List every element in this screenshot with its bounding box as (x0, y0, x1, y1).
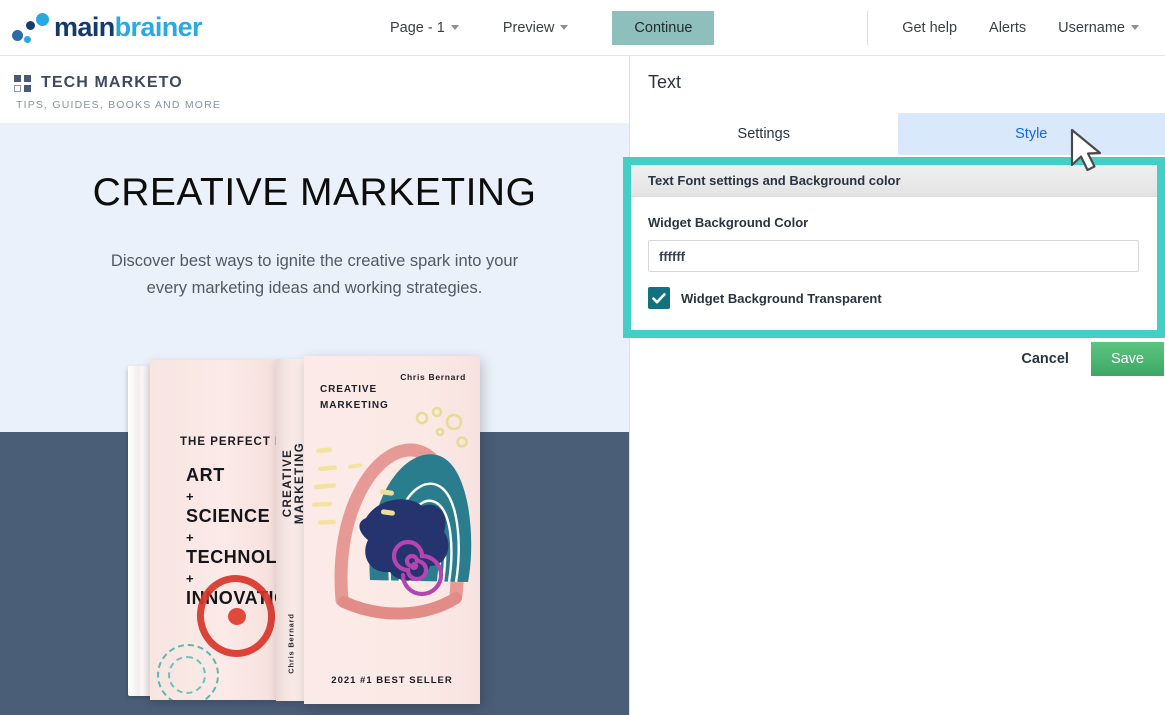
username-label: Username (1058, 20, 1125, 36)
grid-squares-icon (14, 75, 31, 92)
tab-settings[interactable]: Settings (630, 113, 898, 155)
header-divider (867, 11, 868, 45)
section-header: Text Font settings and Background color (631, 165, 1157, 197)
widget-background-color-label: Widget Background Color (648, 215, 1157, 230)
widget-background-color-input[interactable] (648, 240, 1139, 272)
top-navigation-bar: mainbrainer Page - 1 Preview Continue Ge… (0, 0, 1165, 56)
tab-style-label: Style (1015, 126, 1047, 142)
book-dashed-circle-inner-decoration (168, 656, 206, 694)
panel-title: Text (630, 56, 1165, 93)
tab-style[interactable]: Style (898, 113, 1165, 155)
book-spine: CREATIVE MARKETING Chris Bernard (276, 359, 304, 701)
widget-background-transparent-row[interactable]: Widget Background Transparent (648, 287, 1157, 309)
chevron-down-icon (560, 25, 568, 30)
logo-wordmark: mainbrainer (54, 14, 202, 41)
book-back-tagline: THE PERFECT BLEND (180, 436, 276, 448)
alerts-link[interactable]: Alerts (973, 14, 1042, 42)
page-selector-dropdown[interactable]: Page - 1 (380, 14, 469, 42)
logo-text-light: brainer (115, 12, 202, 42)
logo-dots-icon (12, 12, 54, 44)
panel-tabs: Settings Style (630, 113, 1165, 155)
page-canvas[interactable]: TECH MARKETO TIPS, GUIDES, BOOKS AND MOR… (0, 56, 629, 715)
cancel-button[interactable]: Cancel (1017, 345, 1073, 373)
get-help-link[interactable]: Get help (886, 14, 973, 42)
get-help-label: Get help (902, 20, 957, 36)
nav-right-group: Get help Alerts Username (867, 11, 1165, 45)
book-red-dot-decoration (228, 608, 246, 625)
book-spine-author: Chris Bernard (287, 599, 296, 689)
style-settings-highlight-box: Text Font settings and Background color … (623, 157, 1165, 338)
logo-text-dark: main (54, 12, 115, 42)
brand-header-widget[interactable]: TECH MARKETO TIPS, GUIDES, BOOKS AND MOR… (0, 56, 629, 123)
style-settings-form: Text Font settings and Background color … (631, 165, 1157, 330)
preview-dropdown[interactable]: Preview (493, 14, 579, 42)
nav-center-group: Page - 1 Preview Continue (380, 11, 714, 45)
book-front-cover: Chris Bernard CREATIVEMARKETING (304, 356, 480, 704)
book-back-cover: THE PERFECT BLEND ART+ SCIENCE+ TECHNOLO… (150, 360, 276, 700)
hero-paragraph: Discover best ways to ignite the creativ… (100, 248, 530, 301)
mainbrainer-logo[interactable]: mainbrainer (12, 12, 242, 44)
brand-subtitle: TIPS, GUIDES, BOOKS AND MORE (16, 99, 629, 111)
book-front-author: Chris Bernard (400, 372, 466, 382)
book-cover-artwork (304, 390, 480, 660)
tab-settings-label: Settings (738, 126, 790, 142)
app-root: mainbrainer Page - 1 Preview Continue Ge… (0, 0, 1165, 715)
alerts-label: Alerts (989, 20, 1026, 36)
chevron-down-icon (451, 25, 459, 30)
preview-label: Preview (503, 20, 555, 36)
book-mockup-image[interactable]: THE PERFECT BLEND ART+ SCIENCE+ TECHNOLO… (128, 356, 488, 696)
brand-title: TECH MARKETO (41, 74, 183, 92)
widget-background-transparent-label: Widget Background Transparent (681, 291, 882, 306)
chevron-down-icon (1131, 25, 1139, 30)
hero-heading: CREATIVE MARKETING (0, 171, 629, 215)
widget-background-transparent-checkbox[interactable] (648, 287, 670, 309)
brand-title-row: TECH MARKETO (14, 74, 629, 92)
save-button[interactable]: Save (1091, 342, 1164, 376)
continue-button[interactable]: Continue (612, 11, 714, 45)
book-front-badge: 2021 #1 BEST SELLER (304, 675, 480, 686)
check-icon (652, 293, 666, 304)
page-selector-label: Page - 1 (390, 20, 445, 36)
panel-action-row: Cancel Save (1017, 342, 1164, 376)
book-spine-title: CREATIVE MARKETING (282, 413, 306, 553)
widget-settings-panel: Text Settings Style Text Font settings a… (630, 56, 1165, 715)
username-dropdown[interactable]: Username (1042, 14, 1155, 42)
